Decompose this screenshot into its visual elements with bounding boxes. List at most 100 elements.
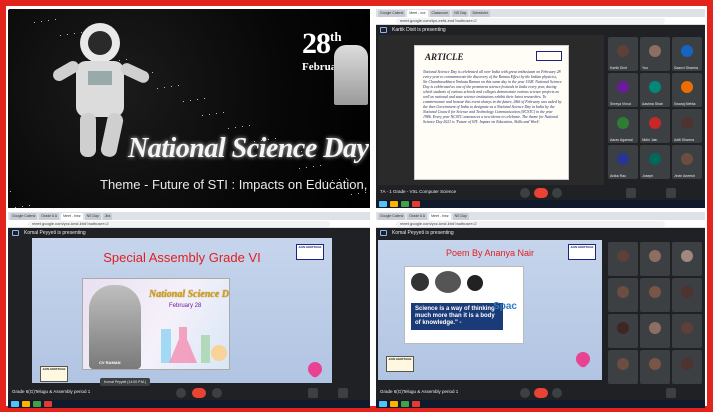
captions-button[interactable]	[666, 188, 676, 198]
participant-avatar	[649, 116, 661, 129]
science-day-graphic: CV RAMAN National Science Day February 2…	[82, 278, 230, 370]
participant-tile[interactable]: Kartik Dixit	[608, 37, 638, 71]
chrome-icon[interactable]	[401, 401, 409, 407]
participant-avatar	[617, 249, 629, 262]
browser-tab[interactable]: NS Day	[84, 213, 101, 220]
participant-tile[interactable]	[672, 278, 702, 312]
url-field[interactable]: meet.google.com/yxz-knsf-khd?authuser=2	[396, 221, 665, 227]
participant-tile[interactable]: Nidhi Jain	[640, 109, 670, 143]
explorer-icon[interactable]	[390, 201, 398, 207]
participant-tile[interactable]: Shreya Vinod	[608, 73, 638, 107]
participant-tile[interactable]	[608, 350, 638, 384]
participant-tile[interactable]: Aashna Shah	[640, 73, 670, 107]
participant-tile[interactable]: Aditi Sharma	[672, 109, 702, 143]
mic-button[interactable]	[176, 388, 186, 398]
meet-window-poem: Google Calend Grade 6 A Meet - hmz NS Da…	[376, 212, 705, 408]
star-dot	[8, 9, 9, 10]
browser-tab[interactable]: Google Calend	[10, 213, 38, 220]
article-title: ARTICLE	[425, 52, 464, 62]
participant-tile[interactable]: Saanvi Sharma	[672, 37, 702, 71]
browser-tab[interactable]: Meet - xxx	[407, 10, 428, 17]
camera-button[interactable]	[552, 388, 562, 398]
participant-tile[interactable]	[640, 314, 670, 348]
participant-tile[interactable]	[672, 314, 702, 348]
participant-tile[interactable]: Aarav Agarwal	[608, 109, 638, 143]
present-now-button[interactable]	[308, 388, 318, 398]
explorer-icon[interactable]	[390, 401, 398, 407]
captions-button[interactable]	[338, 388, 348, 398]
chrome-icon[interactable]	[33, 401, 41, 407]
meeting-name: Grade 6(G)Telugu & Assembly period 1	[12, 389, 91, 394]
star-dot	[299, 168, 300, 169]
participant-name: Anika Rao	[610, 174, 627, 178]
participant-tile[interactable]	[640, 242, 670, 276]
participant-tile[interactable]	[672, 242, 702, 276]
browser-tab[interactable]: Meet - hmz	[61, 213, 83, 220]
app-icon[interactable]	[44, 401, 52, 407]
address-bar[interactable]: meet.google.com/yxz-knsf-khd?authuser=2	[376, 220, 705, 228]
explorer-icon[interactable]	[22, 401, 30, 407]
hangup-button[interactable]	[192, 388, 206, 398]
windows-taskbar	[376, 200, 705, 208]
browser-tab[interactable]: Google Calend	[378, 10, 406, 17]
browser-tab[interactable]: Jira	[102, 213, 113, 220]
participant-tile[interactable]	[672, 350, 702, 384]
participant-name: You	[642, 66, 648, 70]
present-now-button[interactable]	[626, 188, 636, 198]
participant-avatar	[681, 152, 693, 165]
address-bar[interactable]: meet.google.com/tyo-eefd-eod?authuser=2	[376, 17, 705, 25]
browser-tab[interactable]: NS Day	[452, 213, 469, 220]
captions-button[interactable]	[666, 388, 676, 398]
hangup-button[interactable]	[534, 188, 548, 198]
browser-tab[interactable]: Google Calend	[378, 213, 406, 220]
participant-tile[interactable]: Joseph	[640, 145, 670, 179]
app-icon[interactable]	[412, 401, 420, 407]
participant-avatar	[681, 357, 693, 370]
participant-tile[interactable]	[608, 314, 638, 348]
participant-tile[interactable]	[640, 278, 670, 312]
participant-tile[interactable]	[608, 242, 638, 276]
hangup-button[interactable]	[534, 388, 548, 398]
browser-tab[interactable]: Grade 6 A	[39, 213, 60, 220]
mic-button[interactable]	[520, 188, 530, 198]
url-field[interactable]: meet.google.com/yxz-knsf-khd?authuser=2	[28, 221, 330, 227]
start-icon[interactable]	[11, 401, 19, 407]
meet-bottom-bar: Grade 6(G)Telugu & Assembly period 1	[8, 386, 370, 400]
star-dot	[313, 166, 314, 167]
participant-tile[interactable]	[640, 350, 670, 384]
jain-heritage-logo: JAIN HERITAGE	[40, 366, 68, 382]
shared-slide: Poem By Ananya Nair JAIN HERITAGE Scienc…	[378, 240, 602, 380]
star-dot	[320, 165, 321, 166]
participant-name: Saanvi Sharma	[674, 66, 698, 70]
browser-tab[interactable]: NS Day	[452, 10, 469, 17]
mic-button[interactable]	[520, 388, 530, 398]
star-dot	[183, 101, 184, 102]
chrome-icon[interactable]	[401, 201, 409, 207]
participant-tile[interactable]: You	[640, 37, 670, 71]
browser-tab[interactable]: Meet - hmz	[429, 213, 451, 220]
camera-button[interactable]	[552, 188, 562, 198]
star-dot	[190, 100, 191, 101]
star-dot	[235, 127, 236, 128]
browser-tab[interactable]: Classroom	[429, 10, 451, 17]
browser-tab[interactable]: Grade 6 A	[407, 213, 428, 220]
windows-taskbar	[8, 400, 370, 408]
meet-bottom-bar: Grade 6(G)Telugu & Assembly period 1	[376, 386, 705, 400]
start-icon[interactable]	[379, 201, 387, 207]
participant-tile[interactable]: Swaraj Mehta	[672, 73, 702, 107]
app-icon[interactable]	[412, 201, 420, 207]
browser-tab[interactable]: Scheduler	[470, 10, 491, 17]
participant-tile[interactable]: Jevin Aneesh	[672, 145, 702, 179]
star-dot	[171, 86, 172, 87]
address-bar[interactable]: meet.google.com/yxz-knsf-khd?authuser=2	[8, 220, 370, 228]
camera-button[interactable]	[212, 388, 222, 398]
start-icon[interactable]	[379, 401, 387, 407]
participant-avatar	[649, 357, 661, 370]
participant-tile[interactable]	[608, 278, 638, 312]
participant-avatar	[617, 116, 629, 129]
participant-name: Nidhi Jain	[642, 138, 658, 142]
participant-tile[interactable]: Anika Rao	[608, 145, 638, 179]
star-dot	[365, 192, 366, 193]
url-field[interactable]: meet.google.com/tyo-eefd-eod?authuser=2	[396, 18, 665, 24]
meet-window-assembly: Google Calend Grade 6 A Meet - hmz NS Da…	[8, 212, 370, 408]
